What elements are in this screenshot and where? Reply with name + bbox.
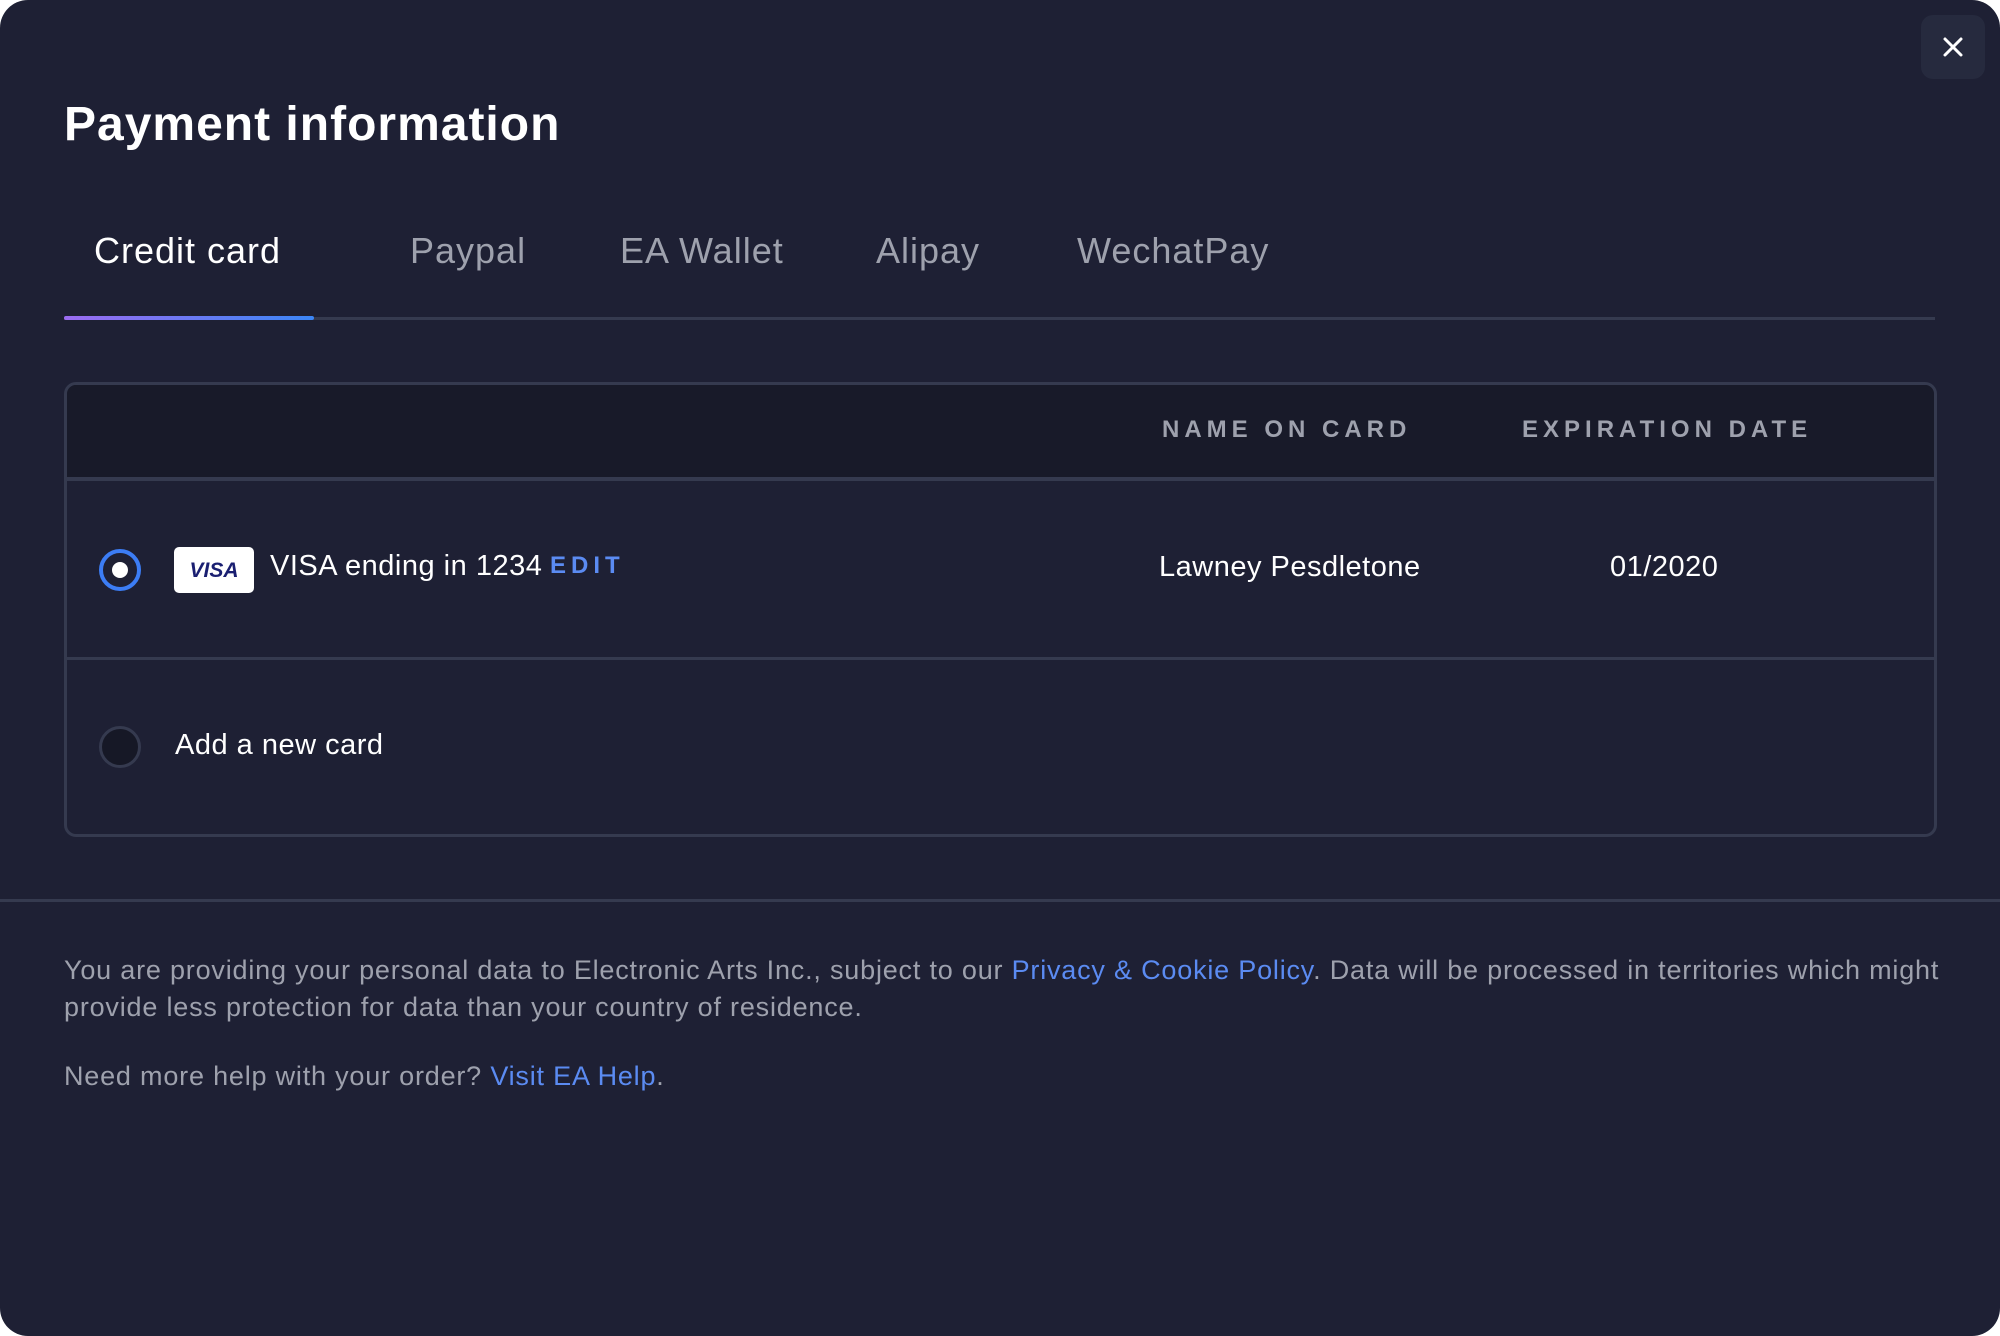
tab-wechatpay[interactable]: WechatPay: [1077, 227, 1269, 275]
ea-help-link[interactable]: Visit EA Help: [490, 1061, 656, 1091]
close-icon: [1943, 37, 1963, 57]
saved-cards-table: NAME ON CARD EXPIRATION DATE VISA VISA e…: [64, 382, 1937, 837]
add-new-card-label[interactable]: Add a new card: [175, 729, 384, 762]
card-name-value: Lawney Pesdletone: [1159, 551, 1421, 583]
edit-card-button[interactable]: EDIT: [550, 552, 625, 580]
tab-paypal[interactable]: Paypal: [410, 227, 526, 275]
visa-card-icon: VISA: [174, 547, 254, 593]
visa-logo: VISA: [189, 559, 238, 581]
column-header-name-on-card: NAME ON CARD: [1162, 416, 1412, 443]
close-button[interactable]: [1921, 15, 1985, 79]
svg-text:VISA: VISA: [189, 559, 238, 581]
privacy-policy-link[interactable]: Privacy & Cookie Policy: [1012, 955, 1314, 985]
tab-alipay[interactable]: Alipay: [876, 227, 980, 275]
active-tab-indicator: [64, 316, 314, 320]
help-notice-suffix: .: [656, 1061, 665, 1091]
privacy-notice-prefix: You are providing your personal data to …: [64, 955, 1012, 985]
card-description: VISA ending in 1234: [270, 550, 543, 582]
column-header-expiration-date: EXPIRATION DATE: [1522, 416, 1813, 443]
table-header: NAME ON CARD EXPIRATION DATE: [67, 385, 1934, 481]
page-title: Payment information: [64, 98, 561, 151]
saved-card-row[interactable]: VISA VISA ending in 1234 EDIT Lawney Pes…: [67, 481, 1934, 660]
help-notice: Need more help with your order? Visit EA…: [64, 1058, 1944, 1095]
tab-credit-card[interactable]: Credit card: [94, 227, 281, 275]
help-notice-prefix: Need more help with your order?: [64, 1061, 491, 1091]
card-expiration-value: 01/2020: [1610, 551, 1719, 583]
tab-ea-wallet[interactable]: EA Wallet: [620, 227, 784, 275]
payment-modal: Payment information Credit card Paypal E…: [0, 0, 2000, 1336]
add-card-row[interactable]: Add a new card: [67, 660, 1934, 834]
privacy-notice: You are providing your personal data to …: [64, 952, 1944, 1026]
card-radio-selected[interactable]: [99, 549, 141, 591]
footer-divider: [0, 899, 2000, 902]
add-card-radio[interactable]: [99, 726, 141, 768]
payment-method-tabs: Credit card Paypal EA Wallet Alipay Wech…: [64, 215, 1935, 320]
